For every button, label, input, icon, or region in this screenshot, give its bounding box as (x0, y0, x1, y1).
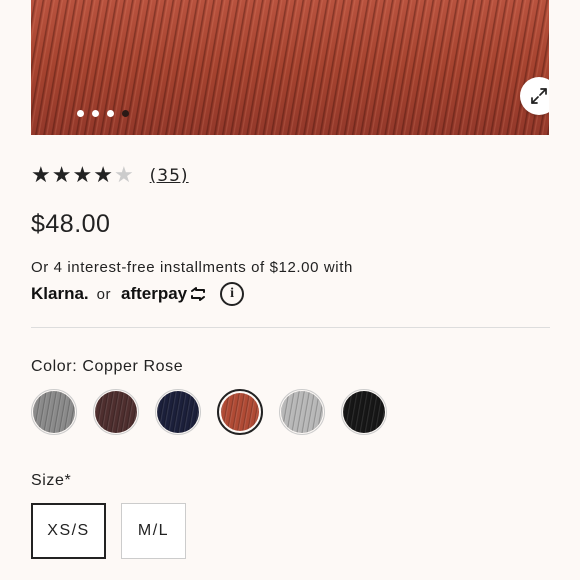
pagination-dot[interactable] (107, 110, 114, 117)
size-option-button[interactable]: M/L (121, 503, 186, 559)
swatch-fill (343, 391, 385, 433)
payment-or-text: or (96, 285, 111, 303)
color-swatches (31, 389, 387, 435)
payment-providers: Klarna. or afterpay i (31, 282, 245, 306)
afterpay-logo[interactable]: afterpay (121, 284, 208, 304)
swatch-fill (33, 391, 75, 433)
pagination-dot[interactable] (77, 110, 84, 117)
product-rating: ★ ★ ★ ★ ★ (35) (31, 165, 189, 187)
expand-arrows-icon (531, 88, 547, 104)
star-icon: ★ (31, 163, 51, 188)
expand-image-button[interactable] (520, 77, 549, 115)
color-swatch[interactable] (93, 389, 139, 435)
size-label: Size* (31, 472, 72, 489)
swatch-fill (221, 393, 259, 431)
star-rating: ★ ★ ★ ★ ★ (31, 165, 134, 187)
color-swatch[interactable] (279, 389, 325, 435)
color-swatch[interactable] (217, 389, 263, 435)
swatch-fill (157, 391, 199, 433)
image-pagination-dots (77, 110, 129, 117)
color-label: Color: Copper Rose (31, 358, 184, 375)
color-swatch[interactable] (341, 389, 387, 435)
section-divider (31, 327, 550, 328)
swatch-fill (95, 391, 137, 433)
size-options: XS/S M/L (31, 503, 186, 559)
star-empty-icon: ★ (113, 163, 134, 188)
product-price: $48.00 (31, 210, 111, 238)
star-icon: ★ (93, 163, 113, 188)
star-icon: ★ (51, 163, 72, 188)
color-swatch[interactable] (31, 389, 77, 435)
color-swatch[interactable] (155, 389, 201, 435)
size-option-button[interactable]: XS/S (31, 503, 106, 559)
installments-text: Or 4 interest-free installments of $12.0… (31, 259, 353, 276)
pagination-dot-active[interactable] (122, 110, 129, 117)
product-image[interactable] (31, 0, 549, 135)
swatch-fill (281, 391, 323, 433)
pagination-dot[interactable] (92, 110, 99, 117)
star-icon: ★ (72, 163, 93, 188)
info-icon[interactable]: i (220, 282, 245, 306)
afterpay-logo-text: afterpay (120, 284, 188, 303)
afterpay-arrows-icon (191, 287, 206, 301)
review-count-link[interactable]: (35) (150, 166, 189, 186)
klarna-logo[interactable]: Klarna. (31, 284, 89, 304)
